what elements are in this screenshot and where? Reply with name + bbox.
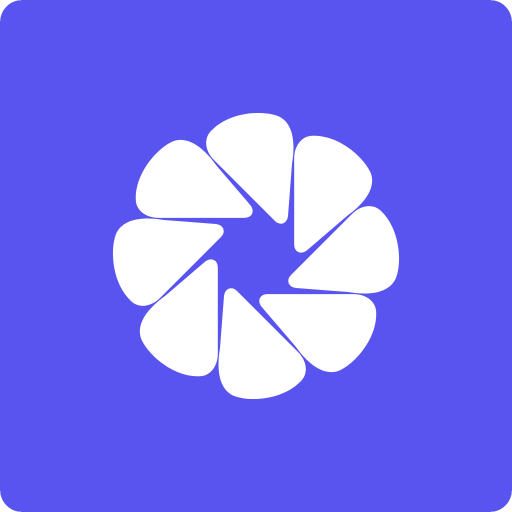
aperture-logo-icon (0, 0, 512, 512)
tile-background (0, 0, 512, 512)
app-icon-tile (0, 0, 512, 512)
